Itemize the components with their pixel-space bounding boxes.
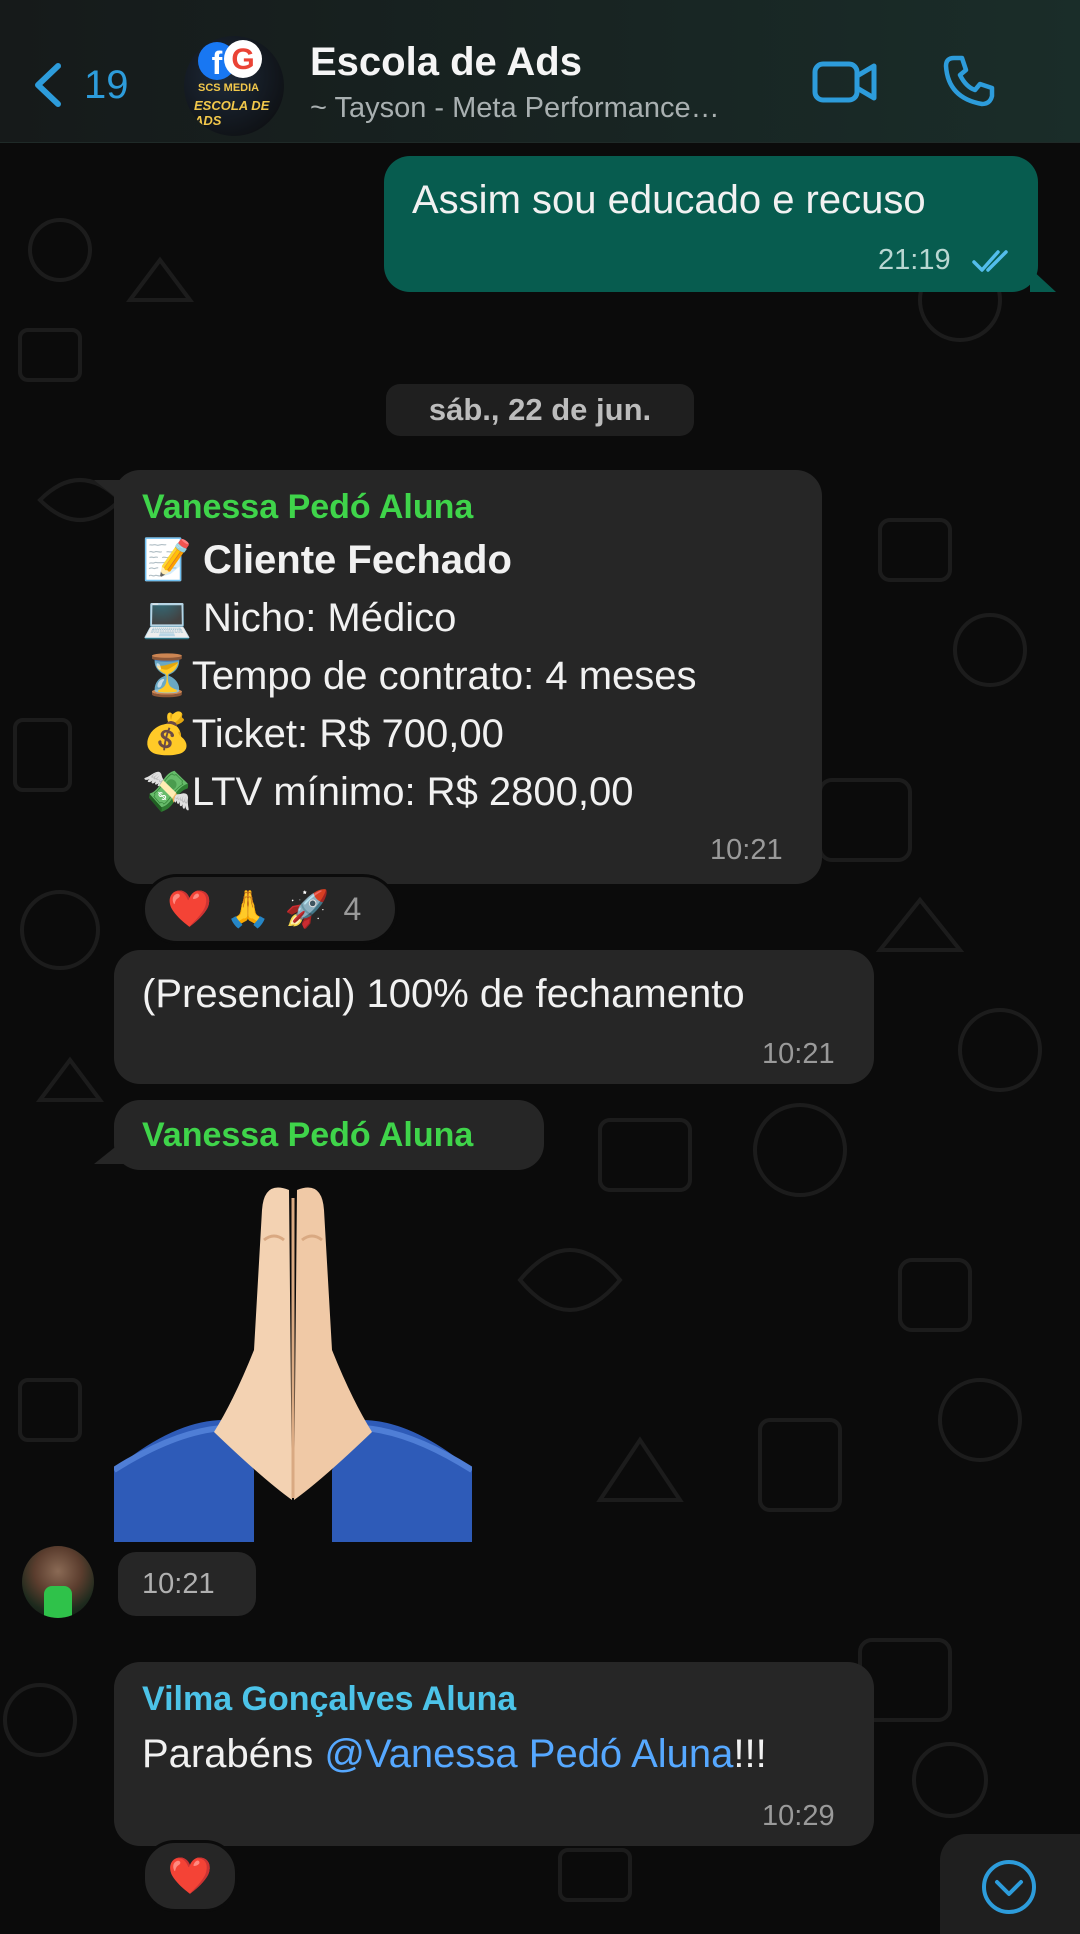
group-avatar[interactable]: f G SCS MEDIA ESCOLA DE ADS [184, 36, 284, 136]
sender-name: Vanessa Pedó Aluna [142, 488, 474, 526]
phone-call-icon[interactable] [942, 54, 996, 108]
message-reactions[interactable]: ❤️ [142, 1840, 238, 1912]
message-reactions[interactable]: ❤️ 🙏 🚀 4 [142, 874, 398, 944]
sender-name: Vilma Gonçalves Aluna [142, 1680, 517, 1718]
bubble-tail [94, 1140, 124, 1164]
reaction-count: 4 [343, 890, 362, 927]
message-text-suffix: !!! [733, 1732, 767, 1776]
chevron-left-icon [35, 63, 61, 107]
sticker-time-pill: 10:21 [118, 1552, 256, 1616]
message-time: 10:21 [710, 834, 783, 866]
sender-label-bubble: Vanessa Pedó Aluna [114, 1100, 544, 1170]
google-logo-icon: G [224, 40, 262, 78]
message-line-2: 💻 Nicho: Médico [142, 594, 456, 641]
bubble-tail [1030, 268, 1056, 292]
video-call-icon[interactable] [812, 60, 878, 104]
message-time: 10:21 [762, 1038, 835, 1070]
message-line-1-text: Cliente Fechado [202, 538, 512, 582]
avatar-brand-line1: SCS MEDIA [198, 82, 260, 94]
money-bag-icon: 💰 [142, 712, 192, 756]
message-time: 21:19 [878, 244, 951, 276]
scroll-to-bottom-button[interactable] [940, 1834, 1080, 1934]
mention-link[interactable]: @Vanessa Pedó Aluna [324, 1732, 733, 1776]
chat-header: 19 f G SCS MEDIA ESCOLA DE ADS Escola de… [0, 0, 1080, 143]
hourglass-icon: ⏳ [142, 654, 192, 698]
rocket-reaction-icon: 🚀 [284, 888, 330, 929]
message-time: 10:21 [142, 1568, 215, 1600]
message-line-4: 💰Ticket: R$ 700,00 [142, 710, 504, 757]
message-line-5: 💸LTV mínimo: R$ 2800,00 [142, 768, 634, 815]
heart-reaction-icon: ❤️ [167, 888, 212, 929]
praying-hands-sticker[interactable] [114, 1170, 472, 1542]
laptop-icon: 💻 [142, 596, 192, 640]
message-line-1: 📝 Cliente Fechado [142, 536, 512, 583]
chat-subtitle[interactable]: ~ Tayson - Meta Performance… [310, 92, 720, 125]
incoming-message-bubble[interactable]: Vanessa Pedó Aluna 📝 Cliente Fechado 💻 N… [114, 470, 822, 884]
praying-hands-reaction-icon: 🙏 [225, 888, 271, 929]
chat-title[interactable]: Escola de Ads [310, 40, 582, 85]
sender-avatar[interactable] [22, 1546, 94, 1618]
message-line-4-text: Ticket: R$ 700,00 [191, 712, 504, 756]
message-line-3: ⏳Tempo de contrato: 4 meses [142, 652, 697, 699]
unread-count: 19 [84, 62, 129, 107]
message-text: Assim sou educado e recuso [412, 178, 926, 222]
outgoing-message-bubble[interactable]: Assim sou educado e recuso 21:19 [384, 156, 1038, 292]
avatar-shirt [44, 1586, 72, 1618]
heart-reaction-icon: ❤️ [167, 1855, 213, 1896]
message-time: 10:29 [762, 1800, 835, 1832]
incoming-message-bubble[interactable]: (Presencial) 100% de fechamento 10:21 [114, 950, 874, 1084]
date-separator: sáb., 22 de jun. [386, 384, 694, 436]
message-line-5-text: LTV mínimo: R$ 2800,00 [191, 770, 634, 814]
message-text: Parabéns @Vanessa Pedó Aluna!!! [142, 1732, 767, 1777]
message-line-3-text: Tempo de contrato: 4 meses [191, 654, 697, 698]
message-text-prefix: Parabéns [142, 1732, 325, 1776]
read-receipt-icon [972, 250, 1008, 272]
avatar-brand-line2: ESCOLA DE ADS [194, 98, 270, 128]
memo-icon: 📝 [142, 538, 192, 582]
incoming-message-bubble[interactable]: Vilma Gonçalves Aluna Parabéns @Vanessa … [114, 1662, 874, 1846]
back-button[interactable]: 19 [28, 55, 178, 115]
money-wings-icon: 💸 [142, 770, 192, 814]
sender-name: Vanessa Pedó Aluna [142, 1116, 474, 1154]
chevron-down-circle-icon [982, 1860, 1036, 1914]
bubble-tail [94, 480, 124, 504]
message-text: (Presencial) 100% de fechamento [142, 972, 745, 1016]
message-line-2-text: Nicho: Médico [202, 596, 457, 640]
